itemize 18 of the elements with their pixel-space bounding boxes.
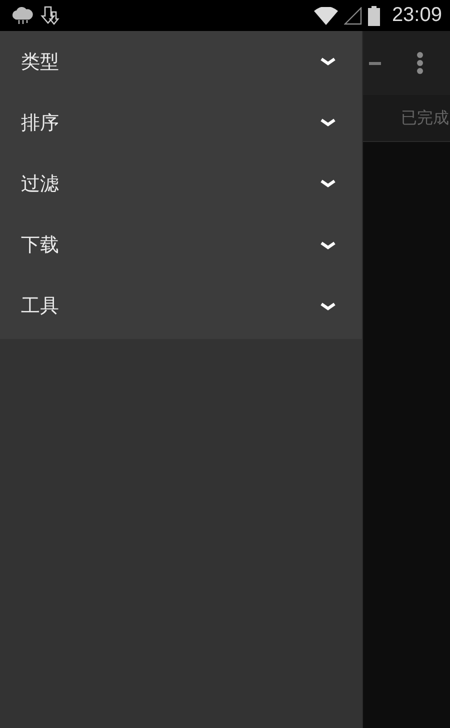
download-icon bbox=[40, 6, 62, 26]
battery-icon bbox=[368, 6, 380, 26]
wifi-icon bbox=[314, 6, 338, 24]
cell-signal-icon bbox=[344, 6, 362, 24]
chevron-icon bbox=[320, 240, 336, 250]
chevron-icon bbox=[320, 302, 336, 311]
chevron-icon bbox=[320, 179, 336, 188]
minus-icon bbox=[369, 62, 381, 64]
drawer-item[interactable]: 过滤 bbox=[0, 153, 362, 215]
clock-time: 23:09 bbox=[392, 4, 442, 27]
drawer-item[interactable]: 排序 bbox=[0, 92, 362, 154]
chevron-icon bbox=[320, 57, 336, 66]
more-icon[interactable] bbox=[417, 52, 423, 74]
cloud-rain-icon bbox=[12, 6, 34, 24]
chevron-icon bbox=[320, 118, 336, 128]
drawer-item[interactable]: 类型 bbox=[0, 31, 362, 92]
drawer-item[interactable]: 工具 bbox=[0, 276, 362, 337]
drawer-item[interactable]: 下载 bbox=[0, 214, 362, 276]
